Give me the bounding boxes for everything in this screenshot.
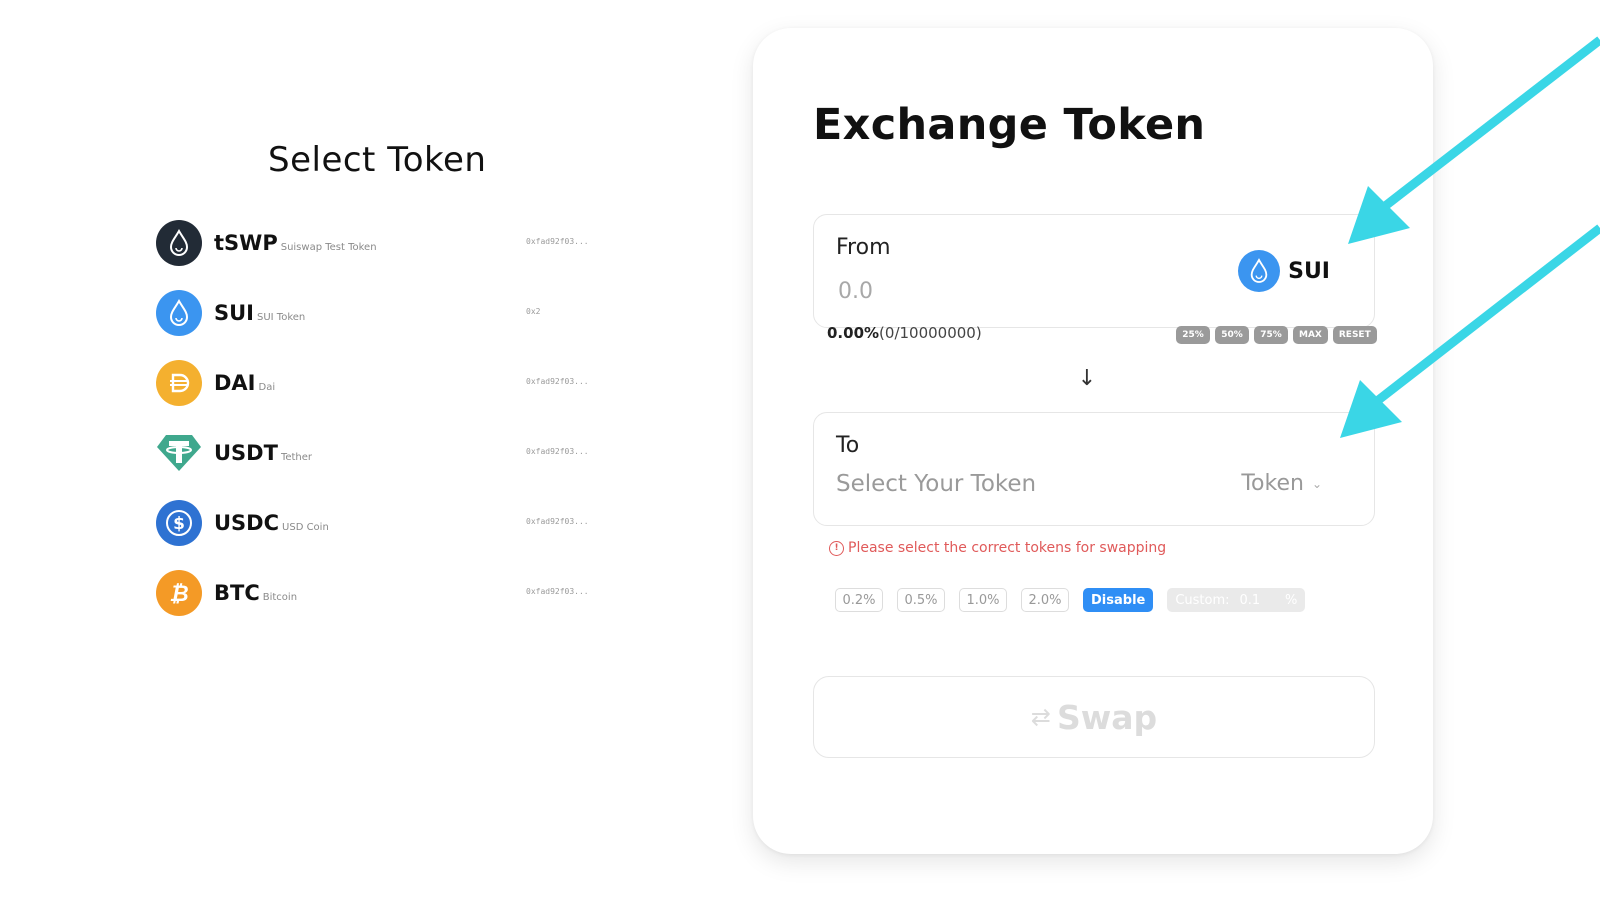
annotation-arrows [1340, 36, 1600, 438]
annotation-arrow-icon [1340, 224, 1600, 438]
annotation-arrow-icon [1348, 36, 1600, 244]
